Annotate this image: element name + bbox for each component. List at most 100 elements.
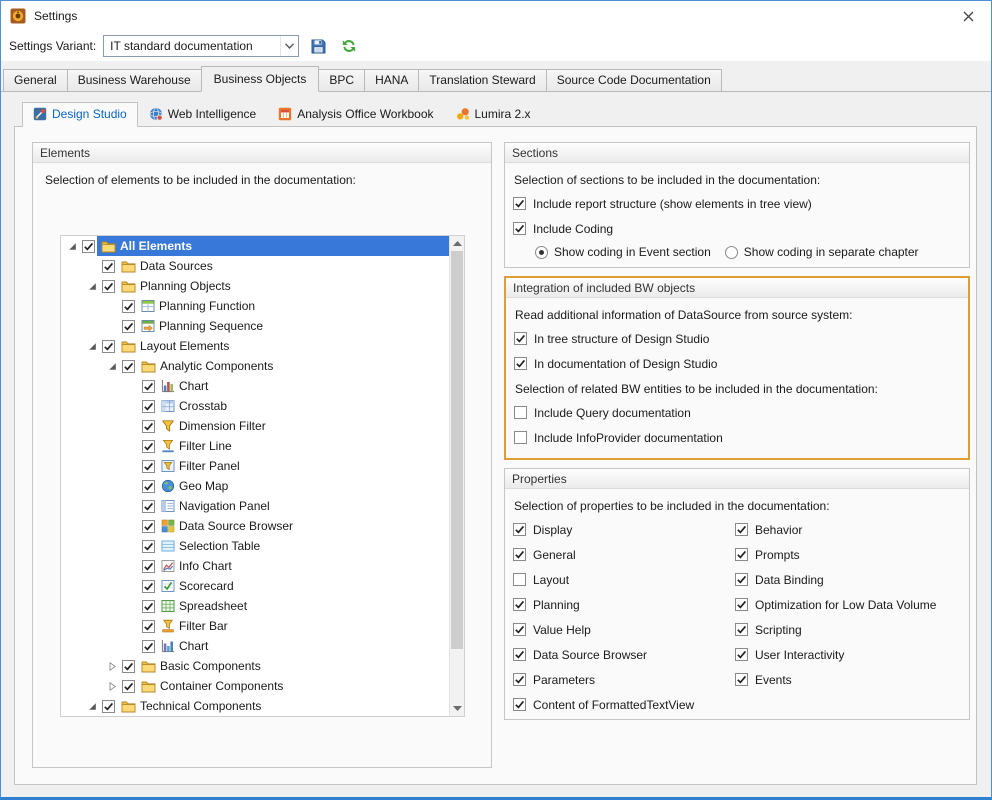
option-user-interactivity[interactable]: User Interactivity [735, 642, 936, 667]
collapse-arrow-icon[interactable] [83, 696, 102, 716]
checkbox[interactable] [513, 573, 526, 586]
save-variant-button[interactable] [306, 34, 330, 58]
option-include-report-structure-show-elements-in-tree-view[interactable]: Include report structure (show elements … [513, 191, 969, 216]
checkbox[interactable] [735, 523, 748, 536]
option-behavior[interactable]: Behavior [735, 517, 936, 542]
checkbox[interactable] [102, 280, 115, 293]
checkbox[interactable] [735, 623, 748, 636]
radio-show-coding-in-event-section[interactable]: Show coding in Event section [535, 245, 711, 259]
tab-hana[interactable]: HANA [364, 69, 419, 92]
tab-business-objects[interactable]: Business Objects [201, 66, 320, 92]
checkbox[interactable] [142, 600, 155, 613]
checkbox[interactable] [122, 660, 135, 673]
checkbox[interactable] [735, 573, 748, 586]
tree-item-info-chart[interactable]: Info Chart [61, 556, 449, 576]
tree-item-planning-function[interactable]: Planning Function [61, 296, 449, 316]
tree-item-technical-components[interactable]: Technical Components [61, 696, 449, 716]
option-prompts[interactable]: Prompts [735, 542, 936, 567]
checkbox[interactable] [735, 598, 748, 611]
checkbox[interactable] [514, 431, 527, 444]
tree-item-filter-bar[interactable]: Filter Bar [61, 616, 449, 636]
option-optimization-for-low-data-volume[interactable]: Optimization for Low Data Volume [735, 592, 936, 617]
checkbox[interactable] [514, 332, 527, 345]
tree-item-planning-sequence[interactable]: Planning Sequence [61, 316, 449, 336]
tab-translation-steward[interactable]: Translation Steward [418, 69, 546, 92]
checkbox[interactable] [142, 520, 155, 533]
checkbox[interactable] [142, 400, 155, 413]
scrollbar-thumb[interactable] [451, 251, 463, 649]
tree-item-data-sources[interactable]: Data Sources [61, 256, 449, 276]
tree-item-container-components[interactable]: Container Components [61, 676, 449, 696]
checkbox[interactable] [102, 260, 115, 273]
checkbox[interactable] [142, 480, 155, 493]
checkbox[interactable] [122, 300, 135, 313]
collapse-arrow-icon[interactable] [63, 236, 82, 256]
tree-item-analytic-components[interactable]: Analytic Components [61, 356, 449, 376]
checkbox[interactable] [513, 523, 526, 536]
scroll-up-button[interactable] [450, 236, 464, 251]
radio-show-coding-in-separate-chapter[interactable]: Show coding in separate chapter [725, 245, 919, 259]
tree-item-chart[interactable]: Chart [61, 376, 449, 396]
tree-item-planning-objects[interactable]: Planning Objects [61, 276, 449, 296]
option-content-of-formattedtextview[interactable]: Content of FormattedTextView [513, 692, 735, 717]
radio-button[interactable] [725, 246, 738, 259]
option-value-help[interactable]: Value Help [513, 617, 735, 642]
tree-item-layout-elements[interactable]: Layout Elements [61, 336, 449, 356]
checkbox[interactable] [142, 500, 155, 513]
checkbox[interactable] [122, 360, 135, 373]
checkbox[interactable] [102, 700, 115, 713]
checkbox[interactable] [513, 648, 526, 661]
option-layout[interactable]: Layout [513, 567, 735, 592]
checkbox[interactable] [122, 680, 135, 693]
settings-variant-combobox[interactable]: IT standard documentation [103, 35, 299, 57]
checkbox[interactable] [513, 698, 526, 711]
tree-item-crosstab[interactable]: Crosstab [61, 396, 449, 416]
refresh-variants-button[interactable] [337, 34, 361, 58]
tree-item-spreadsheet[interactable]: Spreadsheet [61, 596, 449, 616]
option-in-documentation-of-design-studio[interactable]: In documentation of Design Studio [514, 351, 968, 376]
tree-item-dimension-filter[interactable]: Dimension Filter [61, 416, 449, 436]
checkbox[interactable] [142, 580, 155, 593]
checkbox[interactable] [735, 648, 748, 661]
tree-item-scorecard[interactable]: Scorecard [61, 576, 449, 596]
option-scripting[interactable]: Scripting [735, 617, 936, 642]
chevron-down-icon[interactable] [280, 36, 298, 56]
checkbox[interactable] [142, 560, 155, 573]
tree-item-all-elements[interactable]: All Elements [61, 236, 449, 256]
checkbox[interactable] [142, 380, 155, 393]
checkbox[interactable] [513, 548, 526, 561]
collapse-arrow-icon[interactable] [83, 276, 102, 296]
tree-scrollbar[interactable] [449, 236, 464, 716]
checkbox[interactable] [735, 548, 748, 561]
option-events[interactable]: Events [735, 667, 936, 692]
checkbox[interactable] [142, 640, 155, 653]
option-general[interactable]: General [513, 542, 735, 567]
tree-item-selection-table[interactable]: Selection Table [61, 536, 449, 556]
checkbox[interactable] [513, 222, 526, 235]
scroll-down-button[interactable] [450, 701, 464, 716]
tab-bpc[interactable]: BPC [318, 69, 365, 92]
subtab-web-intelligence[interactable]: Web Intelligence [138, 102, 268, 126]
checkbox[interactable] [513, 673, 526, 686]
subtab-design-studio[interactable]: Design Studio [22, 102, 138, 127]
checkbox[interactable] [82, 240, 95, 253]
option-in-tree-structure-of-design-studio[interactable]: In tree structure of Design Studio [514, 326, 968, 351]
expand-arrow-icon[interactable] [103, 656, 122, 676]
collapse-arrow-icon[interactable] [83, 336, 102, 356]
subtab-lumira-2-x[interactable]: Lumira 2.x [445, 102, 542, 126]
checkbox[interactable] [513, 623, 526, 636]
checkbox[interactable] [142, 420, 155, 433]
option-include-infoprovider-documentation[interactable]: Include InfoProvider documentation [514, 425, 968, 450]
checkbox[interactable] [142, 620, 155, 633]
checkbox[interactable] [142, 460, 155, 473]
checkbox[interactable] [142, 440, 155, 453]
checkbox[interactable] [514, 357, 527, 370]
scrollbar-track[interactable] [450, 251, 464, 701]
close-button[interactable] [945, 1, 991, 31]
tab-business-warehouse[interactable]: Business Warehouse [67, 69, 202, 92]
tree-item-filter-panel[interactable]: Filter Panel [61, 456, 449, 476]
expand-arrow-icon[interactable] [103, 676, 122, 696]
tab-general[interactable]: General [3, 69, 68, 92]
tree-item-navigation-panel[interactable]: Navigation Panel [61, 496, 449, 516]
option-display[interactable]: Display [513, 517, 735, 542]
